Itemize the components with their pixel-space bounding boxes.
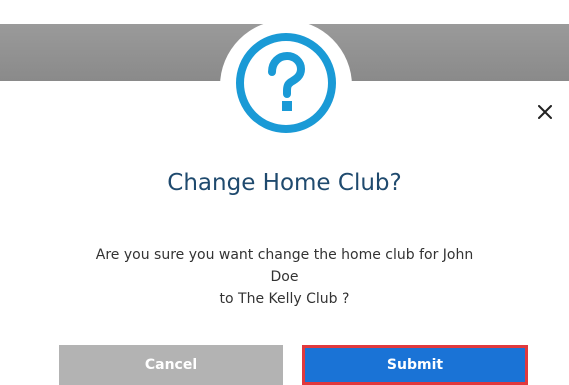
question-mark-icon — [236, 33, 336, 133]
page: Change Home Club? Are you sure you want … — [0, 0, 569, 385]
dialog-message: Are you sure you want change the home cl… — [90, 244, 479, 310]
close-icon — [538, 105, 552, 119]
close-button[interactable] — [531, 98, 559, 126]
icon-badge — [220, 20, 352, 152]
cancel-button[interactable]: Cancel — [59, 345, 283, 385]
message-line-1: Are you sure you want change the home cl… — [95, 247, 474, 285]
submit-button[interactable]: Submit — [302, 345, 528, 385]
message-line-2: to The Kelly Club ? — [219, 291, 350, 307]
dialog-title: Change Home Club? — [167, 170, 402, 196]
